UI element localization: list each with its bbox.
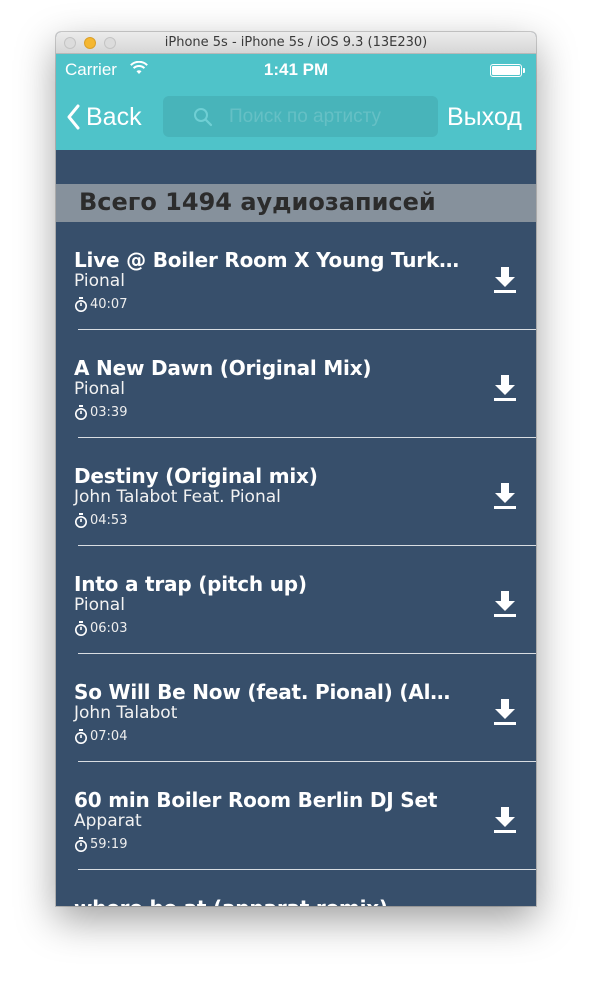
track-list[interactable]: Live @ Boiler Room X Young Turks... Pion… <box>56 222 536 906</box>
download-icon[interactable] <box>493 374 517 402</box>
track-duration-text: 03:39 <box>90 405 128 420</box>
battery-tip <box>523 68 525 73</box>
track-title: So Will Be Now (feat. Pional) (Albu... <box>74 680 464 704</box>
stopwatch-icon <box>75 297 87 312</box>
stopwatch-icon <box>75 513 87 528</box>
track-title: Destiny (Original mix) <box>74 464 318 488</box>
battery-icon <box>490 64 522 77</box>
logout-button[interactable]: Выход <box>447 103 522 132</box>
track-title: 60 min Boiler Room Berlin DJ Set <box>74 788 438 812</box>
stopwatch-icon <box>75 621 87 636</box>
download-icon[interactable] <box>493 266 517 294</box>
window-titlebar: iPhone 5s - iPhone 5s / iOS 9.3 (13E230) <box>56 32 536 54</box>
back-button[interactable]: Back <box>66 100 142 134</box>
search-input[interactable] <box>227 104 431 129</box>
track-row[interactable]: Live @ Boiler Room X Young Turks... Pion… <box>56 222 536 330</box>
download-icon[interactable] <box>493 590 517 618</box>
track-duration-text: 40:07 <box>90 297 128 312</box>
track-artist: Pional <box>74 595 125 615</box>
tracks-count-header: Всего 1494 аудиозаписей <box>56 184 536 222</box>
search-icon <box>194 108 213 127</box>
top-spacer <box>56 150 536 184</box>
track-row[interactable]: 60 min Boiler Room Berlin DJ Set Apparat… <box>56 762 536 870</box>
track-duration: 59:19 <box>74 837 127 852</box>
track-artist: John Talabot <box>74 703 178 723</box>
track-duration-text: 06:03 <box>90 621 128 636</box>
track-duration: 04:53 <box>74 513 127 528</box>
back-chevron-icon <box>67 104 80 130</box>
track-duration-text: 59:19 <box>90 837 128 852</box>
track-row[interactable]: where he at (apparat remix) <box>56 870 536 906</box>
status-time: 1:41 PM <box>263 60 329 79</box>
artist-search-field[interactable] <box>163 96 438 137</box>
track-row[interactable]: Into a trap (pitch up) Pional 06:03 <box>56 546 536 654</box>
track-artist: John Talabot Feat. Pional <box>74 487 281 507</box>
track-title: where he at (apparat remix) <box>74 896 464 906</box>
back-label: Back <box>86 102 142 131</box>
download-icon[interactable] <box>493 482 517 510</box>
track-duration-text: 04:53 <box>90 513 128 528</box>
track-duration-text: 07:04 <box>90 729 128 744</box>
simulator-window: iPhone 5s - iPhone 5s / iOS 9.3 (13E230)… <box>56 32 536 906</box>
status-bar: Carrier 1:41 PM <box>56 54 536 84</box>
window-title: iPhone 5s - iPhone 5s / iOS 9.3 (13E230) <box>164 35 428 50</box>
track-duration: 03:39 <box>74 405 127 420</box>
track-artist: Apparat <box>74 811 142 831</box>
tracks-count-text: Всего 1494 аудиозаписей <box>79 188 436 216</box>
track-title: A New Dawn (Original Mix) <box>74 356 372 380</box>
download-icon[interactable] <box>493 698 517 726</box>
track-duration: 40:07 <box>74 297 127 312</box>
track-title: Into a trap (pitch up) <box>74 572 307 596</box>
stopwatch-icon <box>75 729 87 744</box>
stopwatch-icon <box>75 837 87 852</box>
track-artist: Pional <box>74 271 125 291</box>
track-artist: Pional <box>74 379 125 399</box>
track-title: Live @ Boiler Room X Young Turks... <box>74 248 464 272</box>
track-duration: 07:04 <box>74 729 127 744</box>
download-icon[interactable] <box>493 806 517 834</box>
track-row[interactable]: A New Dawn (Original Mix) Pional 03:39 <box>56 330 536 438</box>
track-row[interactable]: Destiny (Original mix) John Talabot Feat… <box>56 438 536 546</box>
track-duration: 06:03 <box>74 621 127 636</box>
track-row[interactable]: So Will Be Now (feat. Pional) (Albu... J… <box>56 654 536 762</box>
stopwatch-icon <box>75 405 87 420</box>
